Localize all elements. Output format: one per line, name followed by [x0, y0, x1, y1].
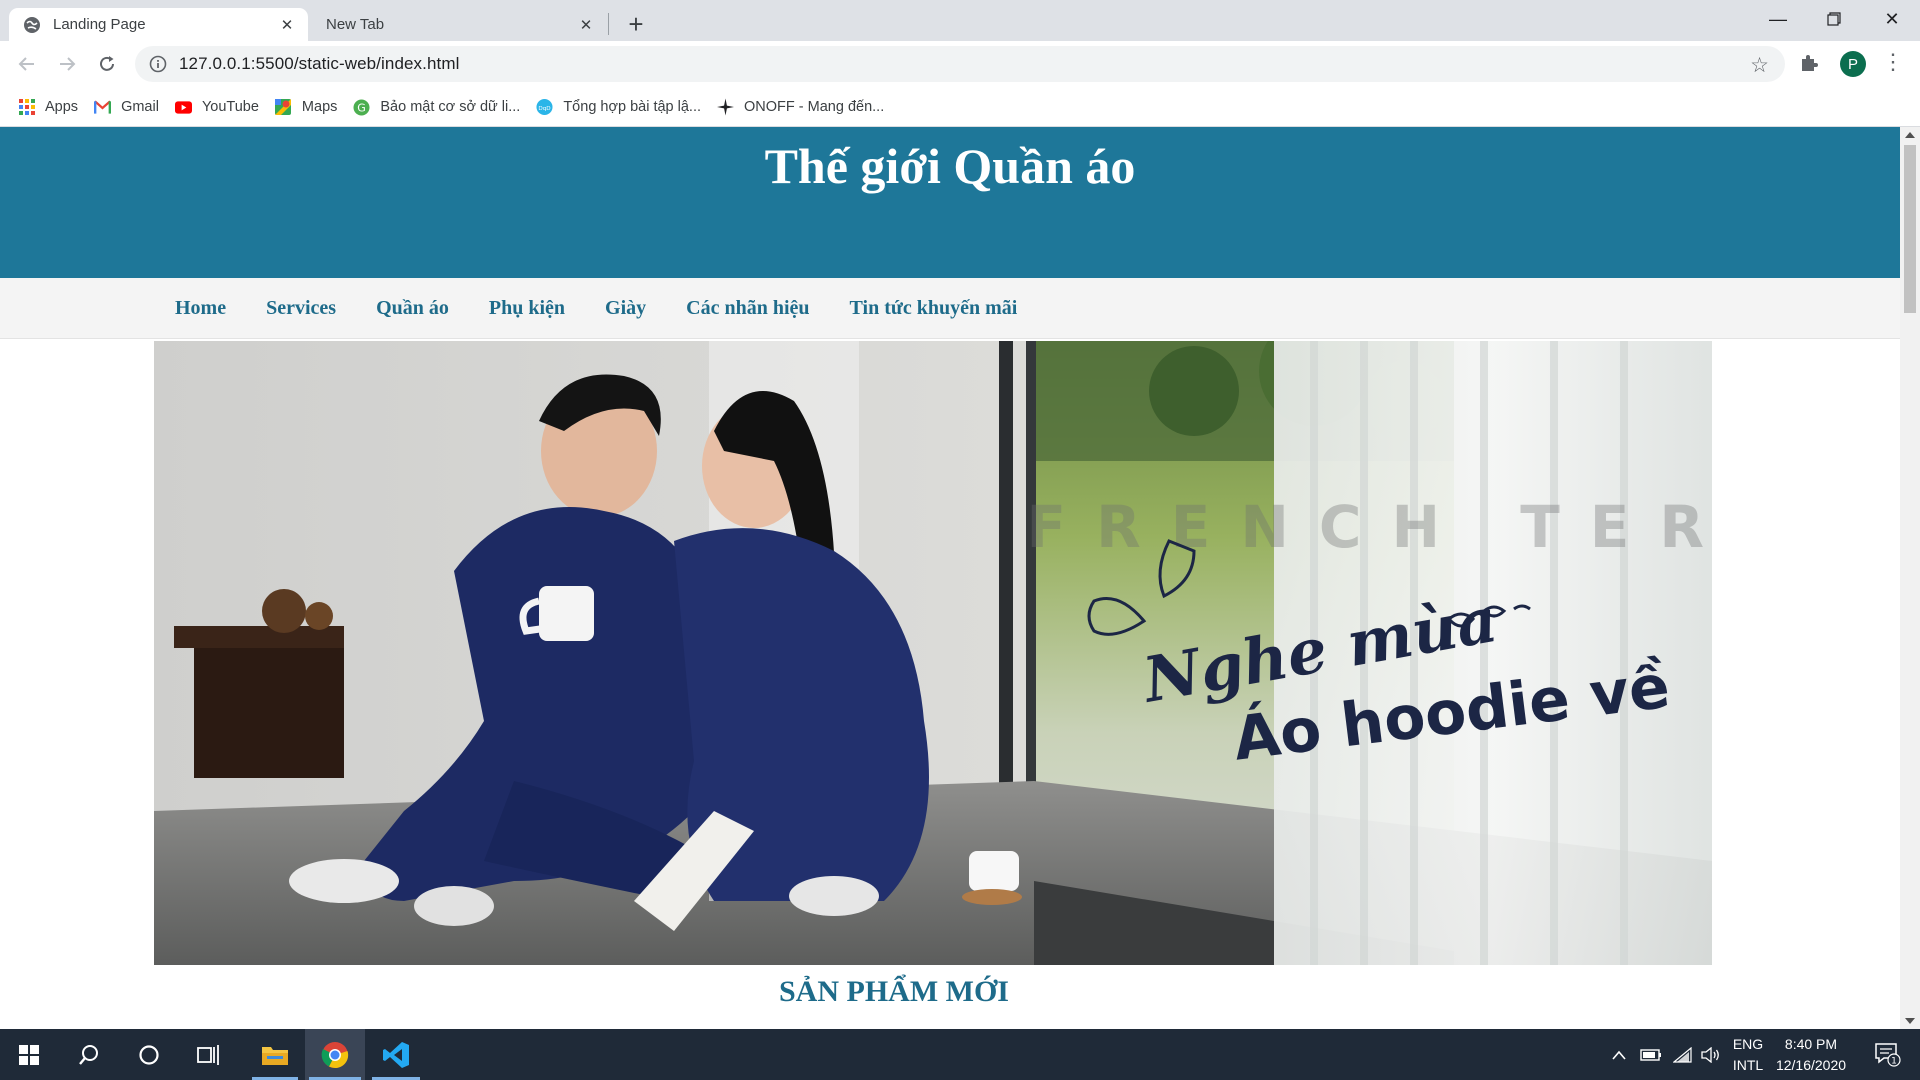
nav-link-cac-nhan-hieu[interactable]: Các nhãn hiệu — [686, 297, 809, 320]
gmail-icon — [94, 99, 112, 116]
forward-button[interactable] — [52, 49, 82, 79]
notification-count: 1 — [1891, 1056, 1897, 1066]
address-url: 127.0.0.1:5500/static-web/index.html — [179, 54, 460, 73]
bookmark-youtube[interactable]: YouTube — [167, 93, 267, 121]
keyboard-layout: INTL — [1732, 1057, 1764, 1073]
tab-divider — [608, 13, 609, 35]
apps-grid-icon — [18, 99, 35, 116]
windows-taskbar: ENG INTL 8:40 PM 12/16/2020 1 — [0, 1029, 1920, 1080]
close-window-button[interactable]: ✕ — [1864, 0, 1920, 38]
nav-link-home[interactable]: Home — [175, 297, 226, 320]
maps-icon — [275, 99, 292, 116]
vscode-icon[interactable] — [368, 1029, 424, 1080]
back-button[interactable] — [12, 49, 42, 79]
browser-toolbar: 127.0.0.1:5500/static-web/index.html ☆ — [0, 41, 1920, 88]
cortana-icon[interactable] — [122, 1029, 176, 1080]
bookmark-maps[interactable]: Maps — [267, 93, 345, 121]
address-bar[interactable]: 127.0.0.1:5500/static-web/index.html ☆ — [135, 46, 1785, 82]
blue-circle-icon: DqD — [536, 98, 553, 116]
notifications-icon[interactable]: 1 — [1866, 1029, 1910, 1080]
svg-text:G: G — [358, 101, 367, 114]
close-tab-icon[interactable]: ✕ — [577, 16, 595, 34]
bookmark-star-icon[interactable]: ☆ — [1750, 53, 1769, 78]
browser-menu-icon[interactable]: ⋮ — [1882, 49, 1904, 75]
page-viewport: Thế giới Quần áo Home Services Quần áo P… — [0, 127, 1900, 1029]
new-tab-button[interactable]: + — [622, 9, 650, 39]
page-scrollbar[interactable] — [1900, 127, 1920, 1029]
bookmark-bao-mat[interactable]: G Bảo mật cơ sở dữ li... — [345, 93, 528, 121]
scroll-up-arrow[interactable] — [1905, 132, 1915, 138]
bookmark-label: Gmail — [121, 99, 159, 115]
extensions-puzzle-icon[interactable] — [1799, 53, 1819, 79]
bookmark-label: YouTube — [201, 99, 259, 115]
hero-banner-image: FRENCH TERRY Nghe mùa Áo hoodie về — [154, 341, 1712, 965]
battery-icon[interactable] — [1636, 1029, 1666, 1080]
nav-link-phu-kien[interactable]: Phụ kiện — [489, 297, 565, 320]
bookmark-label: Bảo mật cơ sở dữ li... — [380, 99, 521, 115]
scrollbar-thumb[interactable] — [1904, 145, 1916, 313]
restore-button[interactable] — [1806, 0, 1862, 38]
svg-text:DqD: DqD — [539, 106, 552, 112]
tab-landing-page[interactable]: Landing Page ✕ — [9, 8, 308, 41]
globe-icon — [23, 16, 41, 34]
site-info-icon[interactable] — [149, 55, 167, 73]
file-explorer-icon[interactable] — [248, 1029, 302, 1080]
reload-button[interactable] — [92, 49, 122, 79]
wifi-icon[interactable] — [1668, 1029, 1698, 1080]
youtube-icon — [174, 99, 192, 116]
plane-icon — [717, 98, 735, 116]
tab-strip: Landing Page ✕ New Tab ✕ + — ✕ — [0, 0, 1920, 41]
clock[interactable]: 8:40 PM 12/16/2020 — [1772, 1034, 1850, 1076]
clock-date: 12/16/2020 — [1775, 1057, 1847, 1073]
search-icon[interactable] — [62, 1029, 116, 1080]
nav-link-tin-tuc-khuyen-mai[interactable]: Tin tức khuyến mãi — [850, 297, 1018, 320]
tab-new-tab[interactable]: New Tab ✕ — [312, 8, 607, 41]
close-tab-icon[interactable]: ✕ — [278, 16, 296, 34]
clock-time: 8:40 PM — [1784, 1036, 1838, 1052]
minimize-button[interactable]: — — [1750, 0, 1806, 38]
language-code: ENG — [1732, 1036, 1764, 1052]
bookmark-label: Tổng hợp bài tập lậ... — [563, 99, 702, 115]
task-view-icon[interactable] — [182, 1029, 236, 1080]
banner-watermark: FRENCH TERRY — [1026, 493, 1712, 561]
nav-link-quan-ao[interactable]: Quần áo — [376, 297, 449, 320]
site-nav: Home Services Quần áo Phụ kiện Giày Các … — [0, 278, 1900, 339]
volume-icon[interactable] — [1696, 1029, 1726, 1080]
tab-title: New Tab — [326, 16, 385, 33]
bookmark-label: ONOFF - Mang đến... — [744, 99, 885, 115]
chevron-up-icon[interactable] — [1604, 1029, 1634, 1080]
green-g-icon: G — [353, 99, 370, 116]
site-title: Thế giới Quần áo — [764, 138, 1136, 194]
bookmark-onoff[interactable]: ONOFF - Mang đến... — [709, 93, 892, 121]
bookmark-apps[interactable]: Apps — [10, 93, 86, 121]
tab-title: Landing Page — [53, 16, 146, 33]
bookmark-label: Maps — [301, 99, 338, 115]
nav-link-giay[interactable]: Giày — [605, 297, 646, 320]
bookmarks-bar: Apps Gmail YouTube Maps G Bảo mật cơ sở … — [0, 88, 1920, 127]
site-header: Thế giới Quần áo — [0, 127, 1900, 278]
bookmark-gmail[interactable]: Gmail — [86, 93, 167, 121]
input-language-indicator[interactable]: ENG INTL — [1726, 1034, 1770, 1076]
profile-avatar[interactable]: P — [1840, 51, 1866, 77]
bookmark-tong-hop[interactable]: DqD Tổng hợp bài tập lậ... — [528, 93, 709, 121]
chrome-taskbar-icon[interactable] — [305, 1029, 365, 1080]
nav-link-services[interactable]: Services — [266, 297, 336, 320]
windows-start-icon[interactable] — [0, 1029, 58, 1080]
bookmark-label: Apps — [45, 99, 79, 115]
section-heading-new-products: SẢN PHẨM MỚI — [779, 975, 1009, 1008]
scroll-down-arrow[interactable] — [1905, 1018, 1915, 1024]
